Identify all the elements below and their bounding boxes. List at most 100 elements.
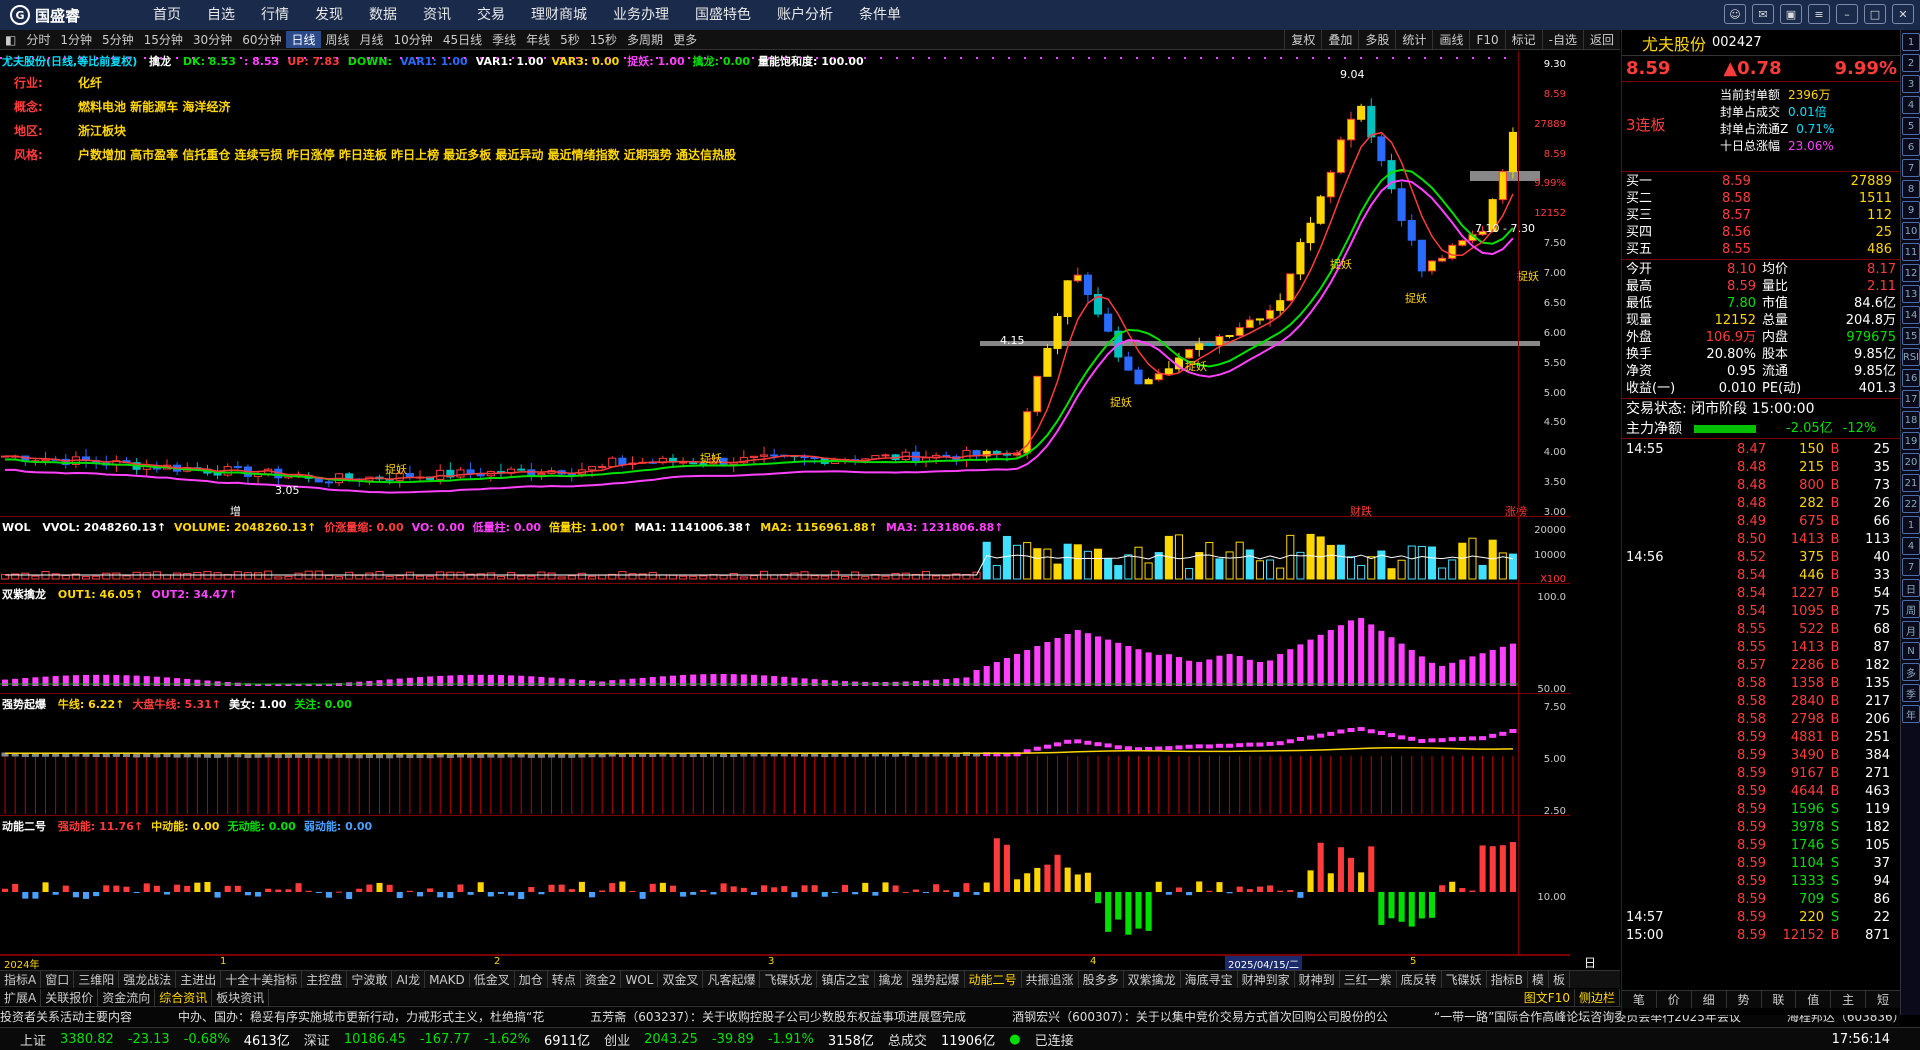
menu-item-1[interactable]: 自选: [194, 0, 248, 30]
func-tab-11[interactable]: 加仓: [515, 971, 548, 988]
sidebar-icon-10[interactable]: 11: [1902, 243, 1920, 261]
sidebar-icon-24[interactable]: 4: [1902, 537, 1920, 555]
chart-tool-3[interactable]: 统计: [1395, 30, 1432, 50]
menu-item-4[interactable]: 数据: [356, 0, 410, 30]
func-tab-29[interactable]: 底反转: [1397, 971, 1442, 988]
sidebar-icon-21[interactable]: 21: [1902, 474, 1920, 492]
quote-tab-7[interactable]: 短: [1866, 991, 1901, 1008]
news-ticker[interactable]: 投资者关系活动主要内容 中办、国办：稳妥有序实施城市更新行动，力戒形式主义，杜绝搞…: [0, 1006, 1900, 1026]
menu-item-11[interactable]: 条件单: [846, 0, 914, 30]
sh-label[interactable]: 上证: [20, 1030, 46, 1049]
chart-tool-0[interactable]: 复权: [1284, 30, 1321, 50]
func-tab-10[interactable]: 低金叉: [470, 971, 515, 988]
volume-panel[interactable]: WOL VVOL: 2048260.13↑ VOLUME: 2048260.13↑…: [0, 517, 1570, 585]
sidebar-icon-14[interactable]: 15: [1902, 327, 1920, 345]
period-2[interactable]: 5分钟: [97, 31, 139, 48]
chart-tool-6[interactable]: 标记: [1504, 30, 1542, 50]
close-icon[interactable]: ✕: [1892, 4, 1914, 24]
menu-item-5[interactable]: 资讯: [410, 0, 464, 30]
func-tab-14[interactable]: WOL: [621, 972, 659, 987]
sub-tab-3[interactable]: 综合资讯: [155, 988, 213, 1006]
sidebar-icon-30[interactable]: 多: [1902, 663, 1920, 681]
connection-status[interactable]: 已连接: [1035, 1030, 1074, 1049]
menu-item-8[interactable]: 业务办理: [600, 0, 682, 30]
period-12[interactable]: 年线: [521, 31, 555, 48]
func-tab-19[interactable]: 擒龙: [875, 971, 908, 988]
func-tab-20[interactable]: 强势起爆: [908, 971, 965, 988]
period-3[interactable]: 15分钟: [139, 31, 188, 48]
func-tab-12[interactable]: 转点: [548, 971, 581, 988]
func-tab-16[interactable]: 凡客起爆: [703, 971, 761, 988]
period-5[interactable]: 60分钟: [237, 31, 286, 48]
qsqb-chart[interactable]: [0, 694, 1570, 816]
stock-name[interactable]: 尤夫股份: [1642, 31, 1706, 55]
sidebar-icon-7[interactable]: 8: [1902, 180, 1920, 198]
kline-chart[interactable]: 9.047.10 - 7.304.153.05捉妖捉妖捉妖捉妖捉妖捉妖捉妖财跌涨…: [0, 51, 1570, 517]
func-tab-6[interactable]: 主控盘: [302, 971, 348, 988]
chart-tool-2[interactable]: 多股: [1358, 30, 1395, 50]
sidebar-icon-26[interactable]: 日: [1902, 579, 1920, 597]
chat-icon[interactable]: ☺: [1724, 4, 1746, 24]
tick-list[interactable]: 14:55 8.47 150 B 25 8.48 215 B 35 8.48 800 B 73 8.48 2…: [1622, 439, 1901, 945]
func-tab-18[interactable]: 镇店之宝: [817, 971, 875, 988]
quote-tab-3[interactable]: 势: [1727, 991, 1762, 1008]
func-tab-28[interactable]: 三红一紫: [1340, 971, 1397, 988]
func-tab-1[interactable]: 窗口: [41, 971, 75, 988]
maximize-icon[interactable]: □: [1864, 4, 1886, 24]
menu-item-6[interactable]: 交易: [464, 0, 518, 30]
period-16[interactable]: 更多: [668, 31, 702, 48]
quote-tab-6[interactable]: 主: [1831, 991, 1867, 1008]
sub-tab-right-0[interactable]: 图文F10: [1520, 988, 1575, 1006]
sidebar-icon-1[interactable]: 2: [1902, 54, 1920, 72]
period-7[interactable]: 周线: [321, 31, 355, 48]
kline-panel[interactable]: 尤夫股份(日线,等比前复权) 擒龙 DK: 8.53: 8.53 UP: 7.83…: [0, 51, 1570, 518]
sidebar-icon-25[interactable]: 7: [1902, 558, 1920, 576]
period-11[interactable]: 季线: [487, 31, 521, 48]
func-tab-17[interactable]: 飞碟妖龙: [760, 971, 818, 988]
func-tab-13[interactable]: 资金2: [581, 971, 622, 988]
bid-row-1[interactable]: 买二 8.58 1511: [1622, 190, 1901, 207]
sidebar-icon-12[interactable]: 13: [1902, 285, 1920, 303]
func-tab-9[interactable]: MAKD: [425, 972, 470, 987]
menu-item-10[interactable]: 账户分析: [764, 0, 846, 30]
sidebar-icon-4[interactable]: 5: [1902, 117, 1920, 135]
func-tab-5[interactable]: 十全十美指标: [221, 971, 303, 988]
quote-tab-0[interactable]: 笔: [1622, 991, 1657, 1008]
bid-row-0[interactable]: 买一 8.59 27889: [1622, 173, 1901, 190]
sidebar-icon-20[interactable]: 20: [1902, 453, 1920, 471]
bid-row-2[interactable]: 买三 8.57 112: [1622, 207, 1901, 224]
cy-label[interactable]: 创业: [604, 1030, 630, 1049]
menu-item-2[interactable]: 行情: [248, 0, 302, 30]
menu-item-7[interactable]: 理财商城: [518, 0, 600, 30]
func-tab-3[interactable]: 强龙战法: [119, 971, 177, 988]
sidebar-icon-13[interactable]: 14: [1902, 306, 1920, 324]
bid-row-4[interactable]: 买五 8.55 486: [1622, 241, 1901, 258]
period-13[interactable]: 5秒: [555, 31, 585, 48]
period-0[interactable]: 分时: [21, 31, 55, 48]
sidebar-icon-19[interactable]: 19: [1902, 432, 1920, 450]
news-item-0[interactable]: 投资者关系活动主要内容: [0, 1010, 132, 1024]
dneh-panel[interactable]: 动能二号 强动能: 11.76↑ 中动能: 0.00 无动能: 0.00 弱动能: 0…: [0, 816, 1570, 955]
func-tab-22[interactable]: 共振追涨: [1022, 971, 1079, 988]
quote-tab-5[interactable]: 值: [1796, 991, 1832, 1008]
sidebar-icon-6[interactable]: 7: [1902, 159, 1920, 177]
func-tab-25[interactable]: 海底寻宝: [1181, 971, 1238, 988]
skin-icon[interactable]: ▣: [1780, 4, 1802, 24]
sub-tab-0[interactable]: 扩展A: [0, 988, 42, 1006]
sidebar-icon-0[interactable]: 1: [1902, 33, 1920, 51]
news-item-3[interactable]: 酒钢宏兴（600307）：关于以集中竞价交易方式首次回购公司股份的公: [1012, 1010, 1388, 1024]
func-tab-24[interactable]: 双紫擒龙: [1124, 971, 1181, 988]
chart-tool-4[interactable]: 画线: [1432, 30, 1469, 50]
func-tab-7[interactable]: 宁波敢: [347, 971, 393, 988]
func-tab-8[interactable]: AI龙: [392, 971, 426, 988]
sz-label[interactable]: 深证: [304, 1030, 330, 1049]
dneh-chart[interactable]: [0, 816, 1570, 955]
sub-tab-4[interactable]: 板块资讯: [212, 988, 270, 1006]
sidebar-icon-23[interactable]: 1: [1902, 516, 1920, 534]
sidebar-icon-29[interactable]: N: [1902, 642, 1920, 660]
period-8[interactable]: 月线: [355, 31, 389, 48]
func-tab-0[interactable]: 指标A: [0, 971, 42, 988]
menu-item-3[interactable]: 发现: [302, 0, 356, 30]
chart-tool-7[interactable]: -自选: [1541, 30, 1583, 50]
func-tab-15[interactable]: 双金叉: [658, 971, 704, 988]
